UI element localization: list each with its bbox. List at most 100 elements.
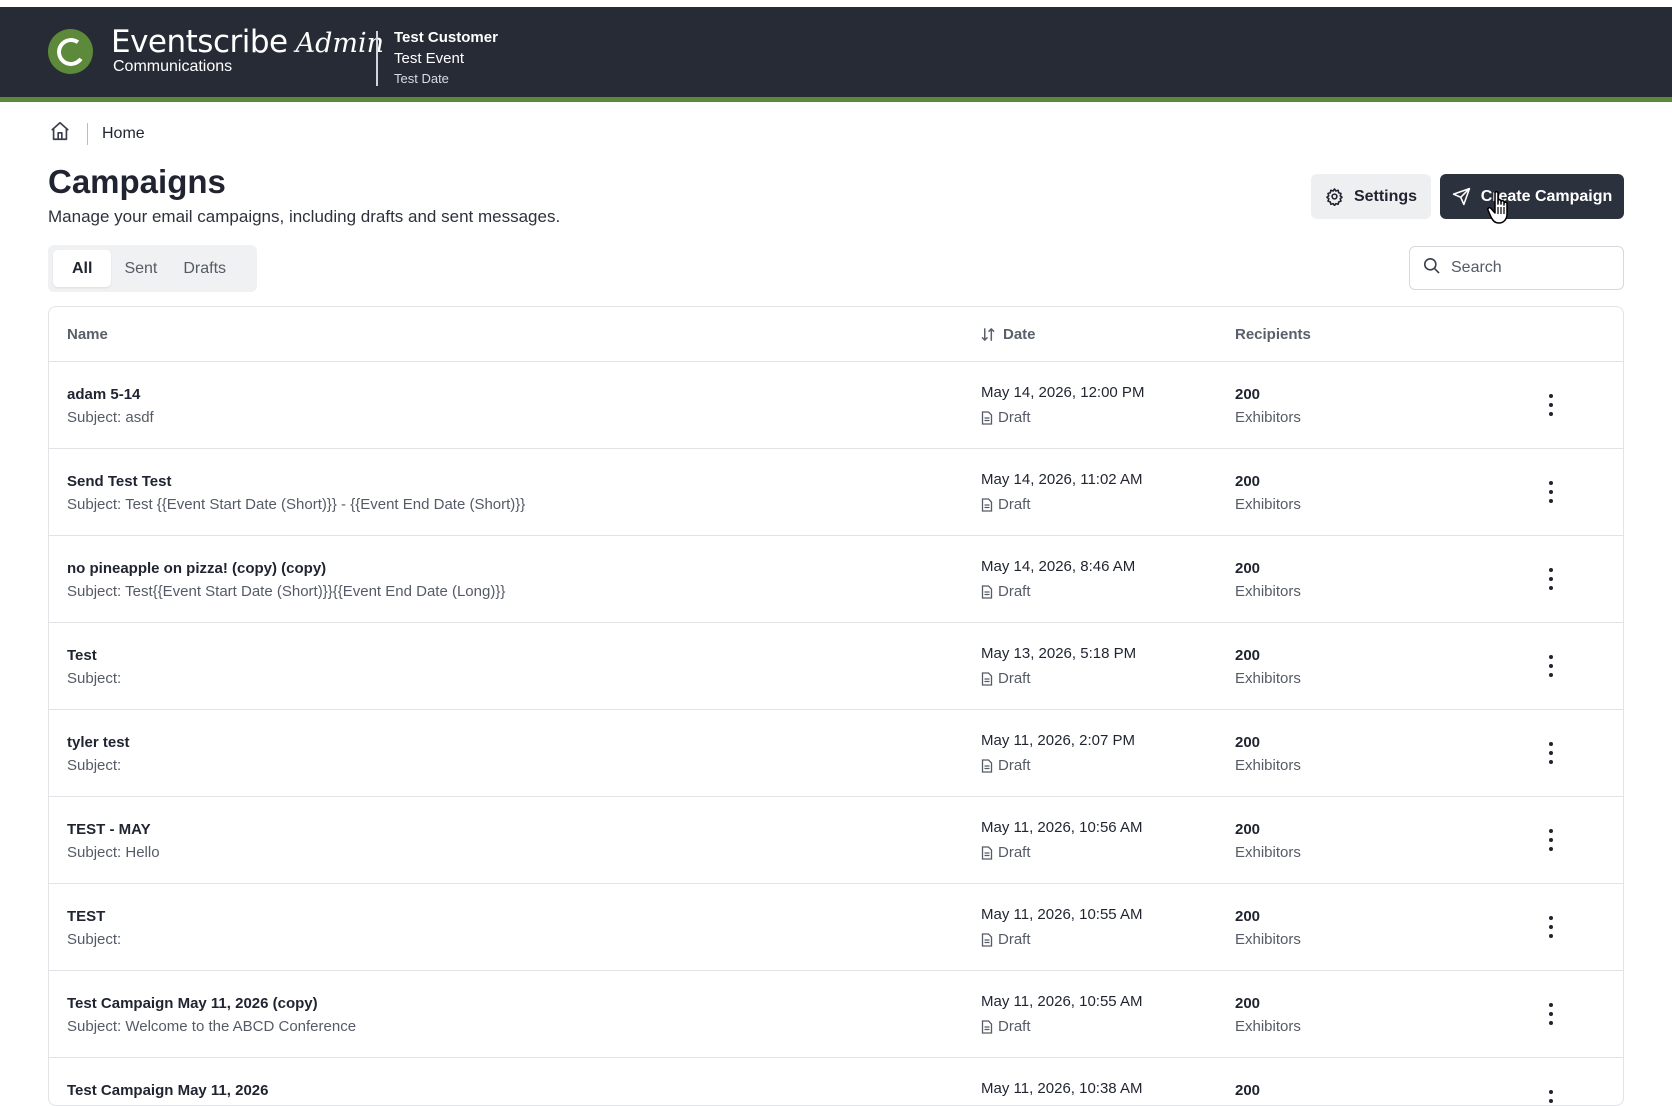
- recipient-group: Exhibitors: [1235, 931, 1301, 948]
- status-badge: Draft: [981, 409, 1144, 426]
- kebab-menu-icon[interactable]: [1541, 655, 1561, 677]
- create-campaign-button[interactable]: Create Campaign: [1440, 174, 1624, 219]
- campaign-date: May 14, 2026, 11:02 AM: [981, 471, 1143, 488]
- campaign-date: May 14, 2026, 12:00 PM: [981, 384, 1145, 401]
- tab-all[interactable]: All: [53, 250, 112, 287]
- campaign-subject: Subject: Welcome to the ABCD Conference: [67, 1018, 357, 1035]
- table-row[interactable]: adam 5-14 Subject: asdf May 14, 2026, 12:0…: [49, 362, 1623, 449]
- campaign-date: May 13, 2026, 5:18 PM: [981, 645, 1137, 662]
- campaign-name[interactable]: TEST: [67, 908, 121, 925]
- brand: Eventscribe Admin Communications: [111, 24, 384, 76]
- campaign-name[interactable]: TEST - MAY: [67, 821, 160, 838]
- campaign-date: May 11, 2026, 10:55 AM: [981, 993, 1143, 1010]
- status-label: Draft: [998, 670, 1031, 687]
- recipients-cell: 200 Exhibitors: [1235, 908, 1301, 948]
- campaign-name[interactable]: Send Test Test: [67, 473, 525, 490]
- event-context: Test Customer Test Event Test Date: [394, 29, 498, 86]
- table-row[interactable]: Test Subject: May 13, 2026, 5:18 PM Draft 20…: [49, 623, 1623, 710]
- recipient-count: 200: [1235, 560, 1261, 577]
- campaign-name[interactable]: adam 5-14: [67, 386, 154, 403]
- recipient-count: 200: [1235, 821, 1261, 838]
- recipients-cell: 200Exhibitors: [1235, 1082, 1301, 1105]
- column-recipients-header[interactable]: Recipients: [1235, 326, 1311, 343]
- kebab-menu-icon[interactable]: [1541, 829, 1561, 851]
- recipients-cell: 200 Exhibitors: [1235, 386, 1301, 426]
- tab-sent[interactable]: Sent: [111, 250, 170, 287]
- recipient-count: 200: [1235, 1082, 1261, 1099]
- brand-admin: Admin: [295, 28, 385, 59]
- recipient-group: Exhibitors: [1235, 496, 1301, 513]
- status-badge: Draft: [981, 1018, 1143, 1035]
- search-icon: [1422, 256, 1441, 280]
- kebab-menu-icon[interactable]: [1541, 568, 1561, 590]
- table-row[interactable]: no pineapple on pizza! (copy) (copy) Subj…: [49, 536, 1623, 623]
- status-badge: Draft: [981, 670, 1136, 687]
- settings-button[interactable]: Settings: [1311, 174, 1431, 219]
- home-icon[interactable]: [49, 120, 71, 147]
- campaign-name[interactable]: Test Campaign May 11, 2026: [67, 1082, 268, 1099]
- campaign-name-cell: adam 5-14 Subject: asdf: [67, 386, 154, 426]
- search-input[interactable]: [1449, 258, 1613, 278]
- breadcrumb-home[interactable]: Home: [102, 125, 145, 143]
- column-name-header[interactable]: Name: [67, 326, 108, 343]
- status-label: Draft: [998, 844, 1031, 861]
- table-row[interactable]: TEST Subject: May 11, 2026, 10:55 AM Draft 2…: [49, 884, 1623, 971]
- campaign-date: May 11, 2026, 10:56 AM: [981, 819, 1143, 836]
- campaign-name-cell: TEST Subject:: [67, 908, 121, 948]
- status-label: Draft: [998, 583, 1031, 600]
- table-header: Name Date Recipients: [49, 307, 1623, 362]
- kebab-menu-icon[interactable]: [1541, 1003, 1561, 1025]
- table-row[interactable]: TEST - MAY Subject: Hello May 11, 2026, 10…: [49, 797, 1623, 884]
- recipient-group: Exhibitors: [1235, 1018, 1301, 1035]
- recipient-group: Exhibitors: [1235, 409, 1301, 426]
- hand-cursor-icon: [1486, 190, 1516, 231]
- document-icon: [981, 932, 993, 947]
- table-row[interactable]: Test Campaign May 11, 2026 (copy) Subject…: [49, 971, 1623, 1058]
- recipients-cell: 200Exhibitors: [1235, 995, 1301, 1035]
- campaign-subject: Subject: Test {{Event Start Date (Short)…: [67, 496, 526, 513]
- status-badge: Draft: [981, 496, 1143, 513]
- event-name: Test Event: [394, 50, 465, 67]
- recipient-count: 200: [1235, 908, 1261, 925]
- document-icon: [981, 1019, 993, 1034]
- campaign-subject: Subject:: [67, 931, 122, 948]
- table-row[interactable]: Test Campaign May 11, 2026 May 11, 2026, …: [49, 1058, 1623, 1105]
- sort-icon: [981, 327, 996, 342]
- column-date-header[interactable]: Date: [981, 326, 1036, 343]
- campaign-date-cell: May 13, 2026, 5:18 PM Draft: [981, 645, 1136, 687]
- status-label: Draft: [998, 496, 1031, 513]
- kebab-menu-icon[interactable]: [1541, 1090, 1561, 1105]
- logo-icon[interactable]: [48, 29, 93, 74]
- campaign-date: May 11, 2026, 10:38 AM: [981, 1080, 1143, 1097]
- campaign-date-cell: May 11, 2026, 10:56 AM Draft: [981, 819, 1143, 861]
- document-icon: [981, 410, 993, 425]
- table-row[interactable]: Send Test Test Subject: Test {{Event Star…: [49, 449, 1623, 536]
- recipients-cell: 200Exhibitors: [1235, 734, 1301, 774]
- kebab-menu-icon[interactable]: [1541, 394, 1561, 416]
- campaign-date-cell: May 11, 2026, 10:55 AM Draft: [981, 906, 1143, 948]
- recipient-group: Exhibitors: [1235, 844, 1301, 861]
- campaign-name-cell: TEST - MAY Subject: Hello: [67, 821, 160, 861]
- table-row[interactable]: tyler test Subject: May 11, 2026, 2:07 PM D…: [49, 710, 1623, 797]
- campaign-name[interactable]: Test Campaign May 11, 2026 (copy): [67, 995, 356, 1012]
- campaign-name[interactable]: tyler test: [67, 734, 130, 751]
- campaign-name[interactable]: no pineapple on pizza! (copy) (copy): [67, 560, 505, 577]
- campaign-subject: Subject:: [67, 670, 122, 687]
- status-badge: Draft: [981, 757, 1135, 774]
- recipients-cell: 200Exhibitors: [1235, 560, 1301, 600]
- campaign-name-cell: Send Test Test Subject: Test {{Event Star…: [67, 473, 525, 513]
- status-label: Draft: [998, 409, 1031, 426]
- settings-label: Settings: [1353, 187, 1418, 205]
- kebab-menu-icon[interactable]: [1541, 481, 1561, 503]
- campaign-date: May 11, 2026, 2:07 PM: [981, 732, 1135, 749]
- tab-drafts[interactable]: Drafts: [170, 250, 239, 287]
- kebab-menu-icon[interactable]: [1541, 916, 1561, 938]
- recipient-count: 200: [1235, 386, 1261, 403]
- search-box[interactable]: [1409, 246, 1624, 290]
- customer-name: Test Customer: [394, 29, 498, 46]
- brand-name: Eventscribe: [111, 24, 288, 60]
- page-title: Campaigns: [48, 163, 226, 200]
- campaign-name[interactable]: Test: [67, 647, 121, 664]
- recipient-count: 200: [1235, 647, 1261, 664]
- kebab-menu-icon[interactable]: [1541, 742, 1561, 764]
